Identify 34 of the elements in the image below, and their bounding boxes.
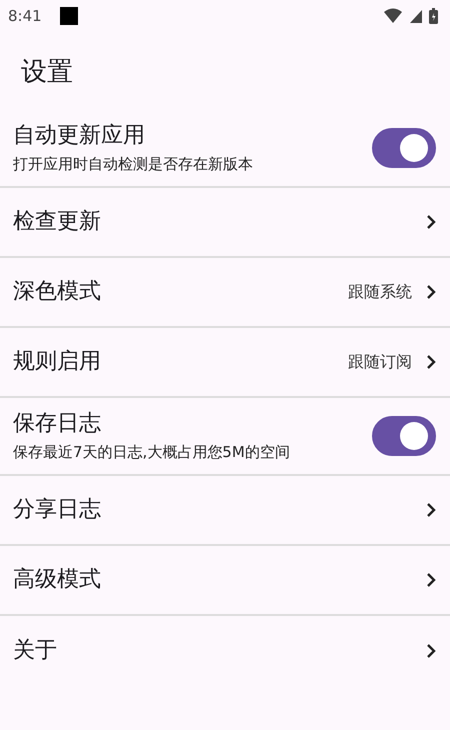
chevron-right-icon	[426, 643, 436, 659]
settings-item[interactable]: 规则启用 跟随订阅	[0, 328, 450, 398]
item-description: 打开应用时自动检测是否存在新版本	[13, 154, 253, 174]
settings-item[interactable]: 分享日志	[0, 476, 450, 546]
page-title: 设置	[20, 56, 74, 89]
item-label: 分享日志	[13, 496, 101, 524]
item-label: 检查更新	[13, 208, 101, 236]
item-label: 高级模式	[13, 566, 101, 594]
item-label: 深色模式	[13, 278, 101, 306]
settings-item[interactable]: 保存日志 保存最近7天的日志,大概占用您5M的空间	[0, 398, 450, 476]
settings-item[interactable]: 自动更新应用 打开应用时自动检测是否存在新版本	[0, 110, 450, 188]
chevron-right-icon	[426, 284, 436, 300]
toggle-switch[interactable]	[372, 416, 436, 456]
item-label: 关于	[13, 637, 57, 665]
chevron-right-icon	[426, 502, 436, 518]
item-value: 跟随订阅	[348, 352, 412, 372]
item-description: 保存最近7天的日志,大概占用您5M的空间	[13, 442, 290, 462]
settings-item[interactable]: 高级模式	[0, 546, 450, 616]
toggle-switch[interactable]	[372, 128, 436, 168]
chevron-right-icon	[426, 214, 436, 230]
status-time: 8:41	[8, 7, 42, 25]
item-label: 规则启用	[13, 348, 101, 376]
settings-item[interactable]: 关于	[0, 616, 450, 686]
item-label: 保存日志	[13, 410, 101, 438]
item-label: 自动更新应用	[13, 122, 145, 150]
battery-icon	[429, 8, 438, 24]
settings-item[interactable]: 检查更新	[0, 188, 450, 258]
chevron-right-icon	[426, 572, 436, 588]
notification-icon	[60, 7, 78, 25]
chevron-right-icon	[426, 354, 436, 370]
wifi-icon	[383, 8, 403, 24]
settings-item[interactable]: 深色模式 跟随系统	[0, 258, 450, 328]
item-value: 跟随系统	[348, 282, 412, 302]
signal-icon	[409, 8, 423, 24]
